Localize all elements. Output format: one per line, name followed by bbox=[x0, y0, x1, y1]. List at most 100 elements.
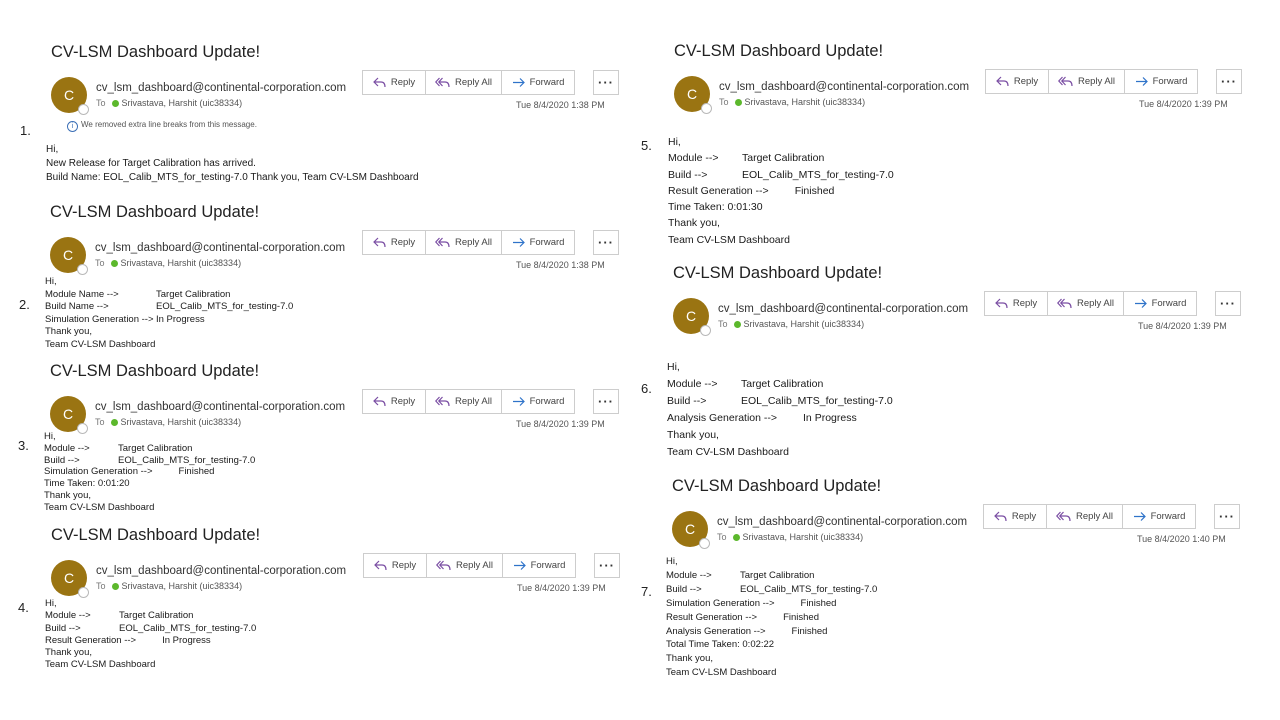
reply-all-icon bbox=[435, 77, 450, 88]
forward-button[interactable]: Forward bbox=[1123, 505, 1195, 528]
body-field-row: Analysis Generation --> In Progress bbox=[667, 410, 893, 427]
sender-address[interactable]: cv_lsm_dashboard@continental-corporation… bbox=[95, 401, 345, 413]
sender-avatar[interactable]: C bbox=[50, 396, 88, 434]
email-subject: CV-LSM Dashboard Update! bbox=[673, 264, 883, 282]
sender-address[interactable]: cv_lsm_dashboard@continental-corporation… bbox=[717, 516, 967, 528]
recipient-name[interactable]: Srivastava, Harshit (uic38334) bbox=[122, 581, 243, 591]
field-label: Build --> bbox=[44, 454, 80, 466]
action-toolbar: Reply Reply All Forward bbox=[984, 291, 1197, 316]
sender-address[interactable]: cv_lsm_dashboard@continental-corporation… bbox=[718, 303, 968, 315]
ellipsis-icon: ··· bbox=[598, 235, 614, 250]
recipient-name[interactable]: Srivastava, Harshit (uic38334) bbox=[743, 532, 864, 542]
reply-button[interactable]: Reply bbox=[363, 71, 426, 94]
recipient-name[interactable]: Srivastava, Harshit (uic38334) bbox=[745, 97, 866, 107]
field-label: Simulation Generation --> bbox=[45, 313, 154, 325]
reply-button[interactable]: Reply bbox=[364, 554, 427, 577]
more-actions-button[interactable]: ··· bbox=[1216, 69, 1242, 94]
reply-button[interactable]: Reply bbox=[984, 505, 1047, 528]
forward-button[interactable]: Forward bbox=[1125, 70, 1197, 93]
reply-button[interactable]: Reply bbox=[986, 70, 1049, 93]
online-status-icon bbox=[734, 99, 742, 106]
reply-all-button[interactable]: Reply All bbox=[426, 231, 502, 254]
more-actions-button[interactable]: ··· bbox=[1214, 504, 1240, 529]
body-line: Hi, bbox=[666, 556, 678, 567]
forward-label: Forward bbox=[1151, 298, 1187, 309]
body-line: Build Name: EOL_Calib_MTS_for_testing-7.… bbox=[46, 172, 419, 183]
forward-button[interactable]: Forward bbox=[502, 231, 574, 254]
ellipsis-icon: ··· bbox=[1219, 509, 1235, 524]
forward-arrow-icon bbox=[1135, 77, 1148, 86]
forward-button[interactable]: Forward bbox=[503, 554, 575, 577]
reply-all-button[interactable]: Reply All bbox=[1049, 70, 1125, 93]
forward-label: Forward bbox=[1152, 76, 1188, 87]
sender-avatar[interactable]: C bbox=[673, 298, 711, 336]
body-line: Team CV-LSM Dashboard bbox=[45, 659, 156, 671]
recipient-name[interactable]: Srivastava, Harshit (uic38334) bbox=[122, 98, 243, 108]
recipient-line: To Srivastava, Harshit (uic38334) bbox=[96, 98, 242, 108]
email-subject: CV-LSM Dashboard Update! bbox=[50, 362, 260, 380]
sender-avatar[interactable]: C bbox=[50, 237, 88, 275]
sender-address[interactable]: cv_lsm_dashboard@continental-corporation… bbox=[95, 242, 345, 254]
forward-label: Forward bbox=[529, 396, 565, 407]
more-actions-button[interactable]: ··· bbox=[593, 230, 619, 255]
more-actions-button[interactable]: ··· bbox=[594, 553, 620, 578]
email-subject: CV-LSM Dashboard Update! bbox=[51, 43, 261, 61]
recipient-name[interactable]: Srivastava, Harshit (uic38334) bbox=[121, 258, 242, 268]
reply-icon bbox=[993, 511, 1007, 522]
reply-button[interactable]: Reply bbox=[363, 390, 426, 413]
recipient-name[interactable]: Srivastava, Harshit (uic38334) bbox=[121, 417, 242, 427]
forward-label: Forward bbox=[529, 77, 565, 88]
sender-address[interactable]: cv_lsm_dashboard@continental-corporation… bbox=[96, 565, 346, 577]
email-subject: CV-LSM Dashboard Update! bbox=[672, 477, 882, 495]
reply-label: Reply bbox=[1012, 298, 1038, 309]
recipient-line: To Srivastava, Harshit (uic38334) bbox=[95, 417, 241, 427]
body-field-row: Build --> EOL_Calib_MTS_for_testing-7.0 bbox=[668, 167, 894, 183]
reply-label: Reply bbox=[1013, 76, 1039, 87]
forward-button[interactable]: Forward bbox=[502, 71, 574, 94]
body-field-row: Simulation Generation --> In Progress bbox=[45, 314, 293, 327]
forward-button[interactable]: Forward bbox=[502, 390, 574, 413]
recipient-line: To Srivastava, Harshit (uic38334) bbox=[718, 319, 864, 329]
reply-icon bbox=[372, 396, 386, 407]
sender-address[interactable]: cv_lsm_dashboard@continental-corporation… bbox=[719, 81, 969, 93]
field-label: Analysis Generation --> bbox=[667, 412, 778, 424]
email-subject: CV-LSM Dashboard Update! bbox=[674, 42, 884, 60]
field-value: Finished bbox=[178, 466, 215, 478]
more-actions-button[interactable]: ··· bbox=[593, 389, 619, 414]
reply-all-button[interactable]: Reply All bbox=[1048, 292, 1124, 315]
body-line: New Release for Target Calibration has a… bbox=[46, 158, 256, 169]
sender-address[interactable]: cv_lsm_dashboard@continental-corporation… bbox=[96, 82, 346, 94]
more-actions-button[interactable]: ··· bbox=[593, 70, 619, 95]
notice-text: We removed extra line breaks from this m… bbox=[81, 120, 257, 129]
reply-all-button[interactable]: Reply All bbox=[426, 390, 502, 413]
field-value: Target Calibration bbox=[156, 288, 231, 300]
reply-icon bbox=[995, 76, 1009, 87]
field-value: Target Calibration bbox=[119, 610, 194, 622]
sender-avatar[interactable]: C bbox=[51, 77, 89, 115]
sender-avatar[interactable]: C bbox=[51, 560, 89, 598]
reply-label: Reply bbox=[390, 237, 416, 248]
avatar-initial: C bbox=[686, 86, 698, 102]
sender-avatar[interactable]: C bbox=[674, 76, 712, 114]
reply-all-button[interactable]: Reply All bbox=[426, 71, 502, 94]
reply-all-button[interactable]: Reply All bbox=[1047, 505, 1123, 528]
avatar-initial: C bbox=[684, 521, 696, 537]
forward-button[interactable]: Forward bbox=[1124, 292, 1196, 315]
reply-all-button[interactable]: Reply All bbox=[427, 554, 503, 577]
online-status-icon bbox=[111, 583, 119, 590]
to-label: To bbox=[717, 532, 727, 542]
body-field-row: Module Name --> Target Calibration bbox=[45, 289, 293, 302]
recipient-name[interactable]: Srivastava, Harshit (uic38334) bbox=[744, 319, 865, 329]
sender-avatar[interactable]: C bbox=[672, 511, 710, 549]
field-value: Target Calibration bbox=[118, 442, 193, 454]
reply-button[interactable]: Reply bbox=[363, 231, 426, 254]
more-actions-button[interactable]: ··· bbox=[1215, 291, 1241, 316]
reply-button[interactable]: Reply bbox=[985, 292, 1048, 315]
field-label: Analysis Generation --> bbox=[666, 625, 766, 637]
field-value: In Progress bbox=[803, 412, 857, 424]
step-number: 5. bbox=[641, 138, 652, 153]
reply-label: Reply bbox=[391, 560, 417, 571]
reply-icon bbox=[372, 237, 386, 248]
action-toolbar: Reply Reply All Forward bbox=[983, 504, 1196, 529]
action-toolbar: Reply Reply All Forward bbox=[362, 389, 575, 414]
